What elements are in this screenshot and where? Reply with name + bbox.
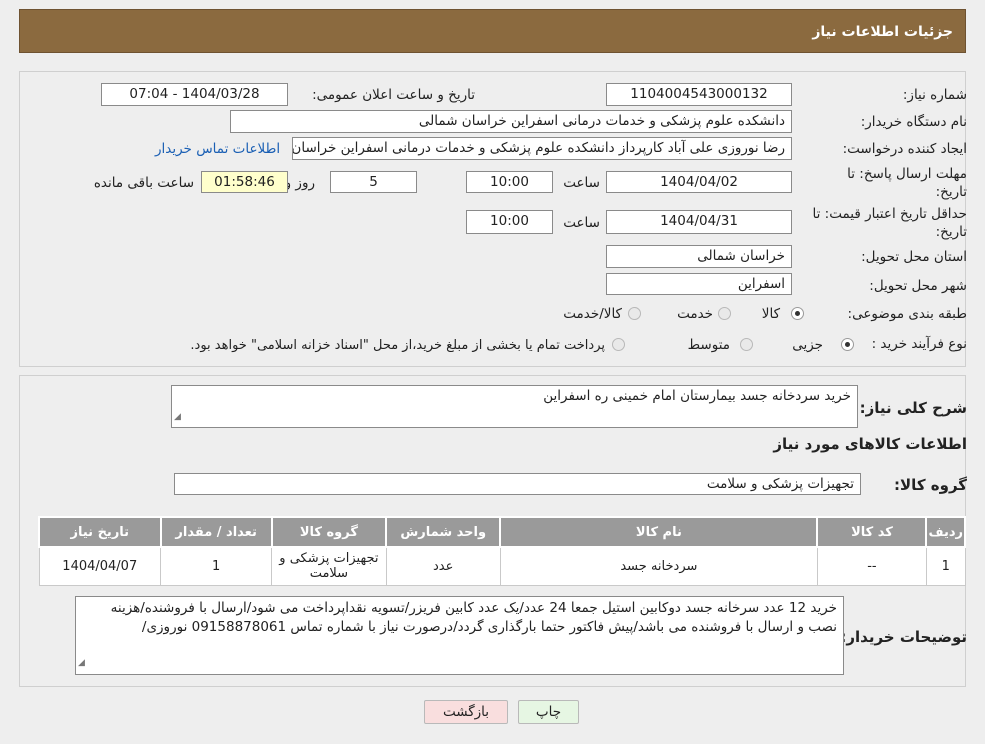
validity-date-field: 1404/04/31 <box>606 210 792 234</box>
buyer-org-label: نام دستگاه خریدار: <box>860 114 967 130</box>
resize-grip-icon[interactable]: ◢ <box>78 654 85 673</box>
validity-time-field: 10:00 <box>466 210 553 234</box>
items-table-wrapper: ردیف کد کالا نام کالا واحد شمارش گروه کا… <box>38 516 966 586</box>
col-header-code: کد کالا <box>816 516 928 548</box>
process-option-medium: متوسط <box>687 337 730 353</box>
description-label: شرح کلی نیاز: <box>859 399 967 417</box>
process-radio-medium[interactable] <box>740 338 753 351</box>
table-row: 1 -- سردخانه جسد عدد تجهیزات پزشکی و سلا… <box>38 546 966 586</box>
print-button[interactable]: چاپ <box>518 700 579 724</box>
cell-row-number: 1 <box>925 546 966 586</box>
creator-label: ایجاد کننده درخواست: <box>842 141 967 157</box>
buyer-org-field: دانشکده علوم پزشکی و خدمات درمانی اسفرای… <box>230 110 792 133</box>
city-field: اسفراین <box>606 273 792 295</box>
city-label: شهر محل تحویل: <box>869 278 967 294</box>
back-button[interactable]: بازگشت <box>424 700 508 724</box>
validity-time-label: ساعت <box>563 215 600 231</box>
items-table-header: ردیف کد کالا نام کالا واحد شمارش گروه کا… <box>38 516 966 548</box>
remaining-time-field: 01:58:46 <box>201 171 288 193</box>
col-header-name: نام کالا <box>499 516 819 548</box>
items-table: ردیف کد کالا نام کالا واحد شمارش گروه کا… <box>38 516 966 586</box>
description-text: خرید سردخانه جسد بیمارستان امام خمینی ره… <box>543 388 851 404</box>
validity-label-date: تاریخ: <box>935 224 967 240</box>
days-field: 5 <box>330 171 417 193</box>
col-header-row: ردیف <box>925 516 966 548</box>
category-radio-goods[interactable] <box>791 307 804 320</box>
announce-field: 1404/03/28 - 07:04 <box>101 83 288 106</box>
remaining-label: ساعت باقی مانده <box>93 175 194 191</box>
category-option-both: کالا/خدمت <box>563 306 622 322</box>
deadline-time-label: ساعت <box>563 175 600 191</box>
province-label: استان محل تحویل: <box>861 249 967 265</box>
cell-group: تجهیزات پزشکی و سلامت <box>271 546 387 586</box>
category-label: طبقه بندی موضوعی: <box>847 306 967 322</box>
deadline-date-field: 1404/04/02 <box>606 171 792 193</box>
deadline-time-field: 10:00 <box>466 171 553 193</box>
buyer-notes-label: توضیحات خریدار: <box>840 628 967 646</box>
process-label: نوع فرآیند خرید : <box>871 336 967 352</box>
cell-code: -- <box>816 546 927 586</box>
process-radio-treasury[interactable] <box>612 338 625 351</box>
col-header-group: گروه کالا <box>270 516 388 548</box>
category-radio-both[interactable] <box>628 307 641 320</box>
page-header: جزئیات اطلاعات نیاز <box>19 9 966 53</box>
page-title: جزئیات اطلاعات نیاز <box>812 24 953 40</box>
cell-quantity: 1 <box>160 546 273 586</box>
cell-date: 1404/04/07 <box>38 546 162 586</box>
description-field[interactable]: خرید سردخانه جسد بیمارستان امام خمینی ره… <box>171 385 858 428</box>
province-field: خراسان شمالی <box>606 245 792 268</box>
category-option-service: خدمت <box>677 306 713 322</box>
need-number-field: 1104004543000132 <box>606 83 792 106</box>
goods-section-title: اطلاعات کالاهای مورد نیاز <box>773 435 967 453</box>
process-radio-minor[interactable] <box>841 338 854 351</box>
buyer-notes-text: خرید 12 عدد سرخانه جسد دوکابین استیل جمع… <box>110 600 837 635</box>
col-header-quantity: تعداد / مقدار <box>159 516 273 548</box>
need-number-label: شماره نیاز: <box>902 87 967 103</box>
process-option-minor: جزیی <box>792 337 823 353</box>
category-radio-service[interactable] <box>718 307 731 320</box>
cell-unit: عدد <box>385 546 501 586</box>
process-note: پرداخت تمام یا بخشی از مبلغ خرید،از محل … <box>190 338 605 353</box>
deadline-label-date: تاریخ: <box>935 184 967 200</box>
creator-field: رضا نوروزی علی آباد کارپرداز دانشکده علو… <box>292 137 792 160</box>
buyer-contact-link[interactable]: اطلاعات تماس خریدار <box>155 141 280 157</box>
days-label: روز و <box>284 175 315 191</box>
col-header-date: تاریخ نیاز <box>38 516 162 548</box>
goods-group-field: تجهیزات پزشکی و سلامت <box>174 473 861 495</box>
goods-group-label: گروه کالا: <box>894 476 967 494</box>
announce-label: تاریخ و ساعت اعلان عمومی: <box>312 87 475 103</box>
deadline-label: مهلت ارسال پاسخ: تا <box>847 166 967 182</box>
cell-name: سردخانه جسد <box>499 546 818 586</box>
validity-label: حداقل تاریخ اعتبار قیمت: تا <box>812 206 967 222</box>
buyer-notes-field[interactable]: خرید 12 عدد سرخانه جسد دوکابین استیل جمع… <box>75 596 844 675</box>
resize-grip-icon[interactable]: ◢ <box>174 409 181 426</box>
col-header-unit: واحد شمارش <box>385 516 502 548</box>
category-option-goods: کالا <box>761 306 780 322</box>
